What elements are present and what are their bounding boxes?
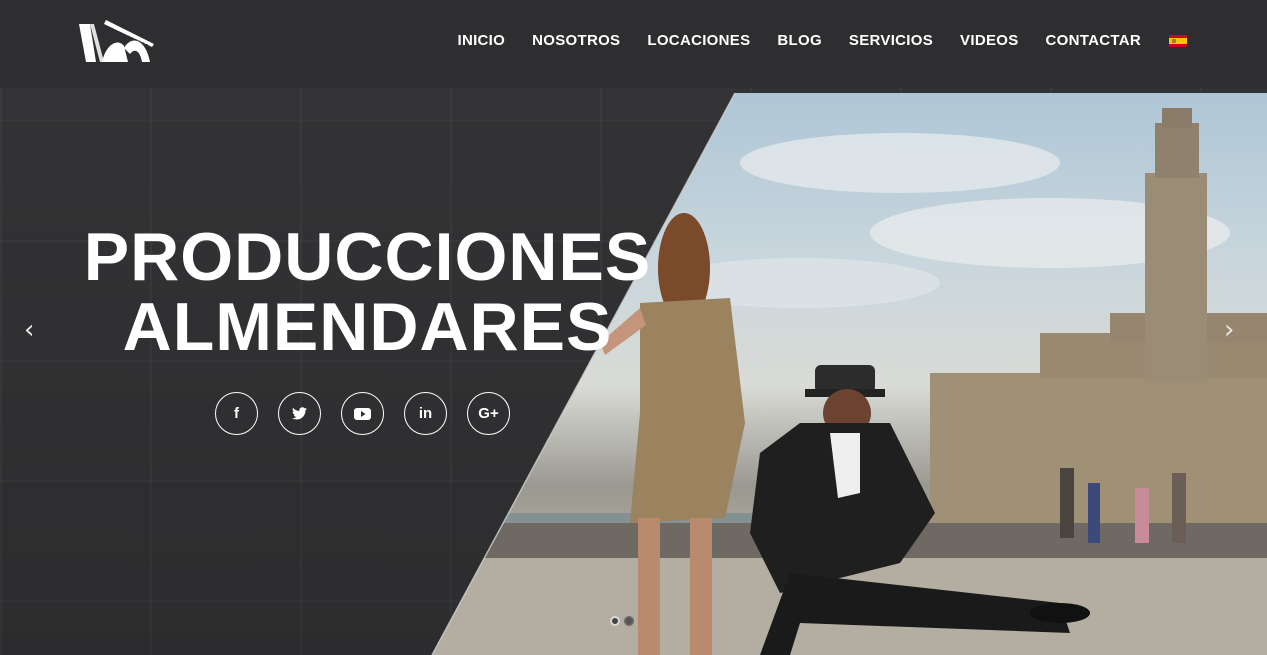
hero-title-line-2: ALMENDARES <box>122 289 613 365</box>
nav-item-servicios[interactable]: SERVICIOS <box>849 32 933 50</box>
hero-title: PRODUCCIONES ALMENDARES <box>60 222 675 362</box>
twitter-button[interactable] <box>278 392 321 435</box>
hero-title-line-1: PRODUCCIONES <box>83 219 652 295</box>
social-links: f in G+ <box>215 392 510 435</box>
google-plus-button[interactable]: G+ <box>467 392 510 435</box>
spain-flag-icon[interactable] <box>1169 35 1187 47</box>
nav-item-nosotros[interactable]: NOSOTROS <box>532 32 620 50</box>
carousel-next-arrow[interactable]: › <box>1224 316 1234 344</box>
site-header: INICIO NOSOTROS LOCACIONES BLOG SERVICIO… <box>0 0 1267 88</box>
facebook-button[interactable]: f <box>215 392 258 435</box>
page: INICIO NOSOTROS LOCACIONES BLOG SERVICIO… <box>0 0 1267 655</box>
youtube-icon <box>354 407 371 420</box>
twitter-icon <box>292 407 307 420</box>
carousel-indicators <box>610 616 634 626</box>
facebook-icon: f <box>234 405 239 422</box>
film-strip-arch-logo[interactable] <box>76 16 158 66</box>
nav-item-contactar[interactable]: CONTACTAR <box>1046 32 1141 50</box>
nav-item-blog[interactable]: BLOG <box>777 32 822 50</box>
linkedin-button[interactable]: in <box>404 392 447 435</box>
main-navigation: INICIO NOSOTROS LOCACIONES BLOG SERVICIO… <box>430 32 1187 50</box>
nav-item-videos[interactable]: VIDEOS <box>960 32 1018 50</box>
nav-item-locaciones[interactable]: LOCACIONES <box>647 32 750 50</box>
carousel-prev-arrow[interactable]: ‹ <box>24 316 34 344</box>
google-plus-icon: G+ <box>478 405 499 422</box>
youtube-button[interactable] <box>341 392 384 435</box>
linkedin-icon: in <box>418 405 433 422</box>
nav-item-inicio[interactable]: INICIO <box>457 32 505 50</box>
carousel-dot-1[interactable] <box>610 616 620 626</box>
carousel-dot-2[interactable] <box>624 616 634 626</box>
